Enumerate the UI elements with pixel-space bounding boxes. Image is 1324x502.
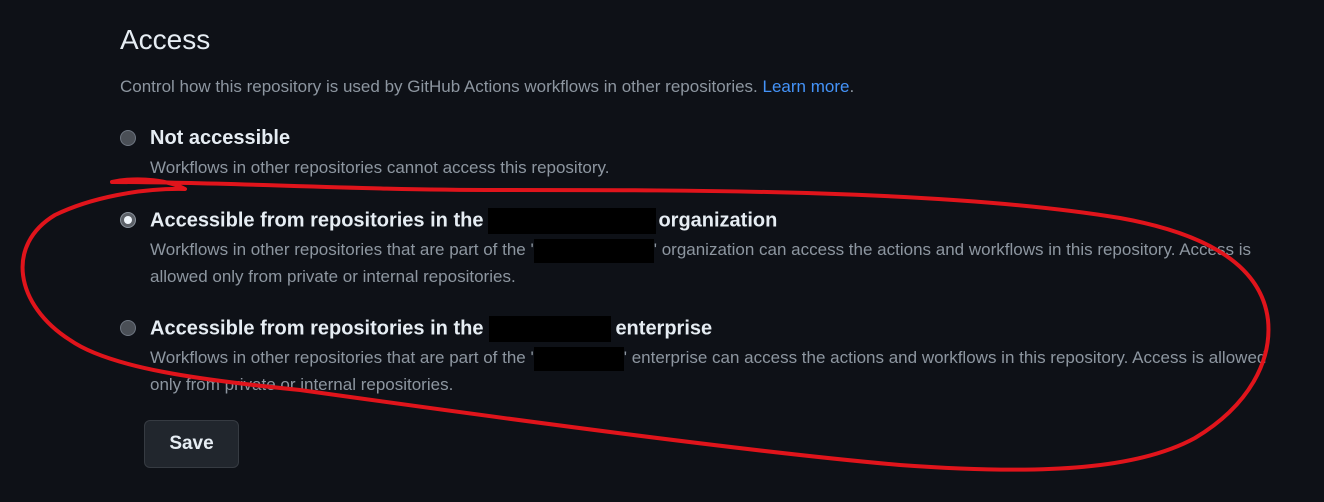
option-label-organization-suffix: organization [658,209,778,232]
description-period: . [849,77,855,96]
section-title: Access [120,24,211,55]
option-description-organization-prefix: Workflows in other repositories that are… [150,240,534,259]
option-label-enterprise-prefix: Accessible from repositories in the [150,317,484,340]
access-settings-panel: Access Control how this repository is us… [0,0,1324,502]
redacted-enterprise-name [489,316,612,342]
option-label-enterprise[interactable]: Accessible from repositories in the enter… [150,316,712,342]
radio-enterprise[interactable] [120,320,136,336]
learn-more-link[interactable]: Learn more [763,77,850,96]
redacted-organization-name [488,208,657,234]
option-label-organization-prefix: Accessible from repositories in the [150,209,484,232]
option-label-not-accessible[interactable]: Not accessible [150,126,290,150]
section-description: Control how this repository is used by G… [120,76,854,98]
redacted-organization-name-desc [533,238,654,263]
radio-organization[interactable] [120,212,136,228]
radio-not-accessible[interactable] [120,130,136,146]
save-button[interactable]: Save [144,420,239,468]
option-description-organization: Workflows in other repositories that are… [150,236,1270,290]
option-description-enterprise-prefix: Workflows in other repositories that are… [150,348,534,367]
redacted-enterprise-name-desc [533,346,624,371]
option-description-not-accessible: Workflows in other repositories cannot a… [150,158,610,177]
option-label-organization[interactable]: Accessible from repositories in the organ… [150,208,777,234]
option-label-enterprise-suffix: enterprise [615,317,713,340]
section-description-text: Control how this repository is used by G… [120,77,758,96]
option-description-enterprise: Workflows in other repositories that are… [150,344,1270,398]
